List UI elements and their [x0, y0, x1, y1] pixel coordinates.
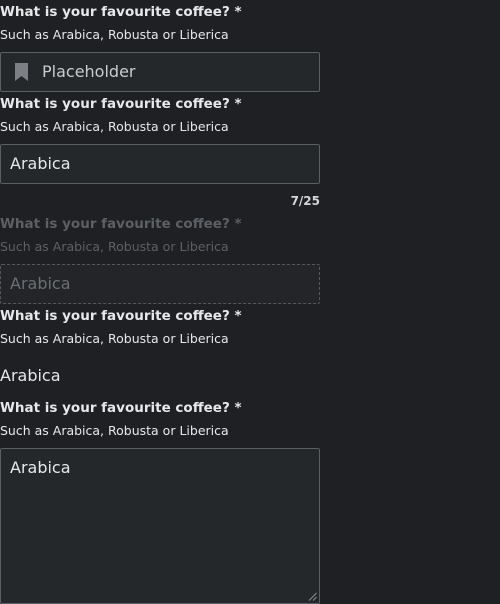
input-placeholder: Placeholder: [42, 62, 136, 81]
textarea-value: Arabica: [10, 458, 71, 477]
field-help-text: Such as Arabica, Robusta or Liberica: [0, 331, 229, 346]
field-help-text: Such as Arabica, Robusta or Liberica: [0, 239, 229, 254]
field-label: What is your favourite coffee? *: [0, 4, 242, 20]
field-help-text: Such as Arabica, Robusta or Liberica: [0, 423, 229, 438]
field-label: What is your favourite coffee? *: [0, 96, 242, 112]
input-value: Arabica: [10, 154, 71, 173]
coffee-input[interactable]: Arabica: [0, 144, 320, 184]
field-help-text: Such as Arabica, Robusta or Liberica: [0, 27, 229, 42]
readonly-value: Arabica: [0, 366, 61, 385]
field-help-text: Such as Arabica, Robusta or Liberica: [0, 119, 229, 134]
input-value: Arabica: [10, 274, 71, 293]
coffee-input-disabled: Arabica: [0, 264, 320, 304]
field-label: What is your favourite coffee? *: [0, 400, 242, 416]
field-label: What is your favourite coffee? *: [0, 308, 242, 324]
bookmark-icon: [15, 63, 28, 81]
field-label: What is your favourite coffee? *: [0, 216, 242, 232]
coffee-textarea[interactable]: Arabica: [0, 448, 320, 604]
coffee-input-with-icon[interactable]: Placeholder: [0, 52, 320, 92]
character-counter: 7/25: [290, 194, 320, 208]
resize-handle-icon[interactable]: [308, 592, 317, 601]
